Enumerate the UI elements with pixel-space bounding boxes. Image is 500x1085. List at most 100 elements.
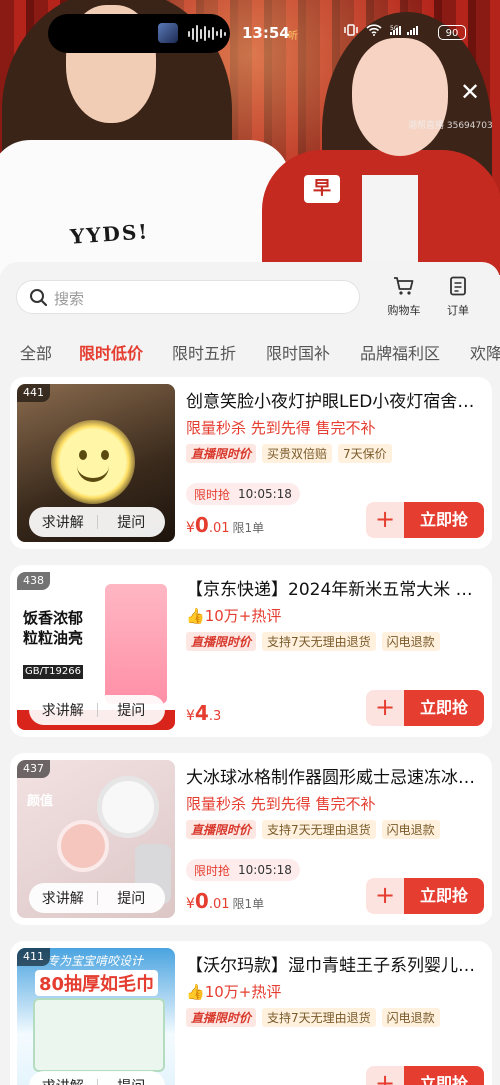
product-image[interactable]: 饭香浓郁 粒粒油亮 GB/T19266 438 求讲解 提问 xyxy=(17,572,175,730)
search-input[interactable]: 搜索 xyxy=(16,280,360,314)
product-card[interactable]: 441 求讲解 提问 创意笑脸小夜灯护眼LED小夜灯宿舍卧室床头灯 限量秒杀 先… xyxy=(10,377,492,549)
listen-badge: 听 xyxy=(288,31,298,42)
add-to-cart-button[interactable]: + xyxy=(366,690,404,726)
image-standard-code: GB/T19266 xyxy=(23,665,83,679)
explain-ask-pill: 求讲解 提问 xyxy=(29,1071,165,1085)
flash-label: 限时抢 xyxy=(194,487,231,502)
tag: 支持7天无理由退货 xyxy=(262,1008,376,1027)
price: ¥0.01 限1单 xyxy=(186,889,264,913)
tag-live-price: 直播限时价 xyxy=(186,1008,257,1027)
ice-mold xyxy=(57,820,109,872)
hot-review: 👍10万+热评 xyxy=(186,605,281,626)
tag-live-price: 直播限时价 xyxy=(186,820,257,839)
jacket-badge: 早 xyxy=(304,175,340,203)
tag-live-price: 直播限时价 xyxy=(186,444,257,463)
vibrate-icon xyxy=(344,24,358,39)
tag: 买贵双倍赔 xyxy=(262,444,333,463)
tab-national-subsidy[interactable]: 限时国补 xyxy=(266,340,330,364)
buy-now-button[interactable]: 立即抢 xyxy=(404,878,484,914)
product-title[interactable]: 大冰球冰格制作器圆形威士忌速冻冰块模具 xyxy=(186,763,484,788)
add-to-cart-button[interactable]: + xyxy=(366,878,404,914)
tab-limited-low-price[interactable]: 限时低价 xyxy=(79,340,143,364)
signal-icon: 5G xyxy=(390,24,424,39)
host-right-shirt xyxy=(362,175,418,275)
countdown-time: 10:05:18 xyxy=(238,487,292,501)
countdown-time: 10:05:18 xyxy=(238,863,292,877)
product-number: 411 xyxy=(17,948,50,966)
price-integer: 0 xyxy=(194,513,209,537)
music-thumbnail-icon xyxy=(158,23,178,43)
product-title[interactable]: 【沃尔玛款】湿巾青蛙王子系列婴儿手口湿巾 xyxy=(186,951,484,976)
tab-all[interactable]: 全部 xyxy=(20,340,52,364)
price: ¥4.3 xyxy=(186,701,221,725)
tab-half-price[interactable]: 限时五折 xyxy=(172,340,236,364)
flash-label: 限时抢 xyxy=(194,863,231,878)
flash-sale-countdown: 限时抢 10:05:18 xyxy=(186,859,300,881)
thumbs-up-icon: 👍 xyxy=(186,983,205,1001)
buy-now-button[interactable]: 立即抢 xyxy=(404,502,484,538)
shopping-panel: 搜索 购物车 订单 全部 限时低价 限时五折 限时国补 品牌福利区 欢降 441… xyxy=(0,262,500,1085)
price-integer: 0 xyxy=(194,889,209,913)
product-number: 438 xyxy=(17,572,50,590)
tag-row: 直播限时价 买贵双倍赔 7天保价 xyxy=(186,444,392,463)
product-number: 437 xyxy=(17,760,50,778)
currency-symbol: ¥ xyxy=(186,520,195,536)
currency-symbol: ¥ xyxy=(186,708,195,724)
tag: 闪电退款 xyxy=(381,820,440,839)
close-icon[interactable]: ✕ xyxy=(458,80,482,104)
tag: 支持7天无理由退货 xyxy=(262,820,376,839)
price-integer: 4 xyxy=(194,701,209,725)
ask-button[interactable]: 提问 xyxy=(98,1076,166,1085)
search-icon xyxy=(29,288,49,312)
host-left-shirt xyxy=(0,140,290,275)
price-limit: 限1单 xyxy=(232,521,265,535)
tab-more[interactable]: 欢降 xyxy=(470,340,500,364)
hot-review: 👍10万+热评 xyxy=(186,981,281,1002)
promo-text: 限量秒杀 先到先得 售完不补 xyxy=(186,795,376,813)
image-caption: 饭香浓郁 粒粒油亮 xyxy=(23,609,84,647)
status-time: 13:54 xyxy=(242,24,290,42)
product-card[interactable]: 专为宝宝啃咬设计 80抽厚如毛巾 411 求讲解 提问 【沃尔玛款】湿巾青蛙王子… xyxy=(10,941,492,1085)
add-to-cart-button[interactable]: + xyxy=(366,1066,404,1085)
product-image[interactable]: 441 求讲解 提问 xyxy=(17,384,175,542)
product-title[interactable]: 创意笑脸小夜灯护眼LED小夜灯宿舍卧室床头灯 xyxy=(186,387,484,412)
ask-button[interactable]: 提问 xyxy=(98,888,166,908)
ask-button[interactable]: 提问 xyxy=(98,700,166,720)
battery-indicator: 90 xyxy=(438,25,466,40)
ask-button[interactable]: 提问 xyxy=(98,512,166,532)
image-headline-large: 80抽厚如毛巾 xyxy=(35,970,159,996)
wipes-pack xyxy=(33,998,165,1072)
image-headline: 专为宝宝啃咬设计 xyxy=(47,954,144,968)
add-to-cart-button[interactable]: + xyxy=(366,502,404,538)
price: ¥0.01 限1单 xyxy=(186,513,264,537)
product-card[interactable]: 颜值 437 求讲解 提问 大冰球冰格制作器圆形威士忌速冻冰块模具 限量秒杀 先… xyxy=(10,753,492,925)
explain-button[interactable]: 求讲解 xyxy=(29,512,97,532)
orders-button[interactable]: 订单 xyxy=(434,276,482,318)
dynamic-island[interactable] xyxy=(48,14,230,53)
price-limit: 限1单 xyxy=(232,897,265,911)
smiley-lamp xyxy=(51,420,135,504)
thumbs-up-icon: 👍 xyxy=(186,607,205,625)
buy-now-button[interactable]: 立即抢 xyxy=(404,1066,484,1085)
explain-ask-pill: 求讲解 提问 xyxy=(29,695,165,725)
price-decimal: .01 xyxy=(208,897,230,912)
tag: 支持7天无理由退货 xyxy=(262,632,376,651)
tag-row: 直播限时价 支持7天无理由退货 闪电退款 xyxy=(186,820,440,839)
explain-button[interactable]: 求讲解 xyxy=(29,700,97,720)
product-image[interactable]: 专为宝宝啃咬设计 80抽厚如毛巾 411 求讲解 提问 xyxy=(17,948,175,1085)
cart-button[interactable]: 购物车 xyxy=(380,276,428,318)
explain-button[interactable]: 求讲解 xyxy=(29,1076,97,1085)
lamp-eye xyxy=(101,450,109,460)
search-placeholder: 搜索 xyxy=(54,290,85,308)
product-title[interactable]: 【京东快递】2024年新米五常大米 稻花香 xyxy=(186,575,484,600)
buy-now-button[interactable]: 立即抢 xyxy=(404,690,484,726)
explain-button[interactable]: 求讲解 xyxy=(29,888,97,908)
product-card[interactable]: 饭香浓郁 粒粒油亮 GB/T19266 438 求讲解 提问 【京东快递】202… xyxy=(10,565,492,737)
cart-icon xyxy=(393,277,415,300)
price-decimal: .01 xyxy=(208,521,230,536)
tab-brand-benefits[interactable]: 品牌福利区 xyxy=(360,340,440,364)
tag-row: 直播限时价 支持7天无理由退货 闪电退款 xyxy=(186,1008,440,1027)
tag: 7天保价 xyxy=(338,444,392,463)
live-video[interactable]: YYDS! 早 潮帮直播 35694703 13:54 听 5G 90 ✕ xyxy=(0,0,500,275)
product-image[interactable]: 颜值 437 求讲解 提问 xyxy=(17,760,175,918)
